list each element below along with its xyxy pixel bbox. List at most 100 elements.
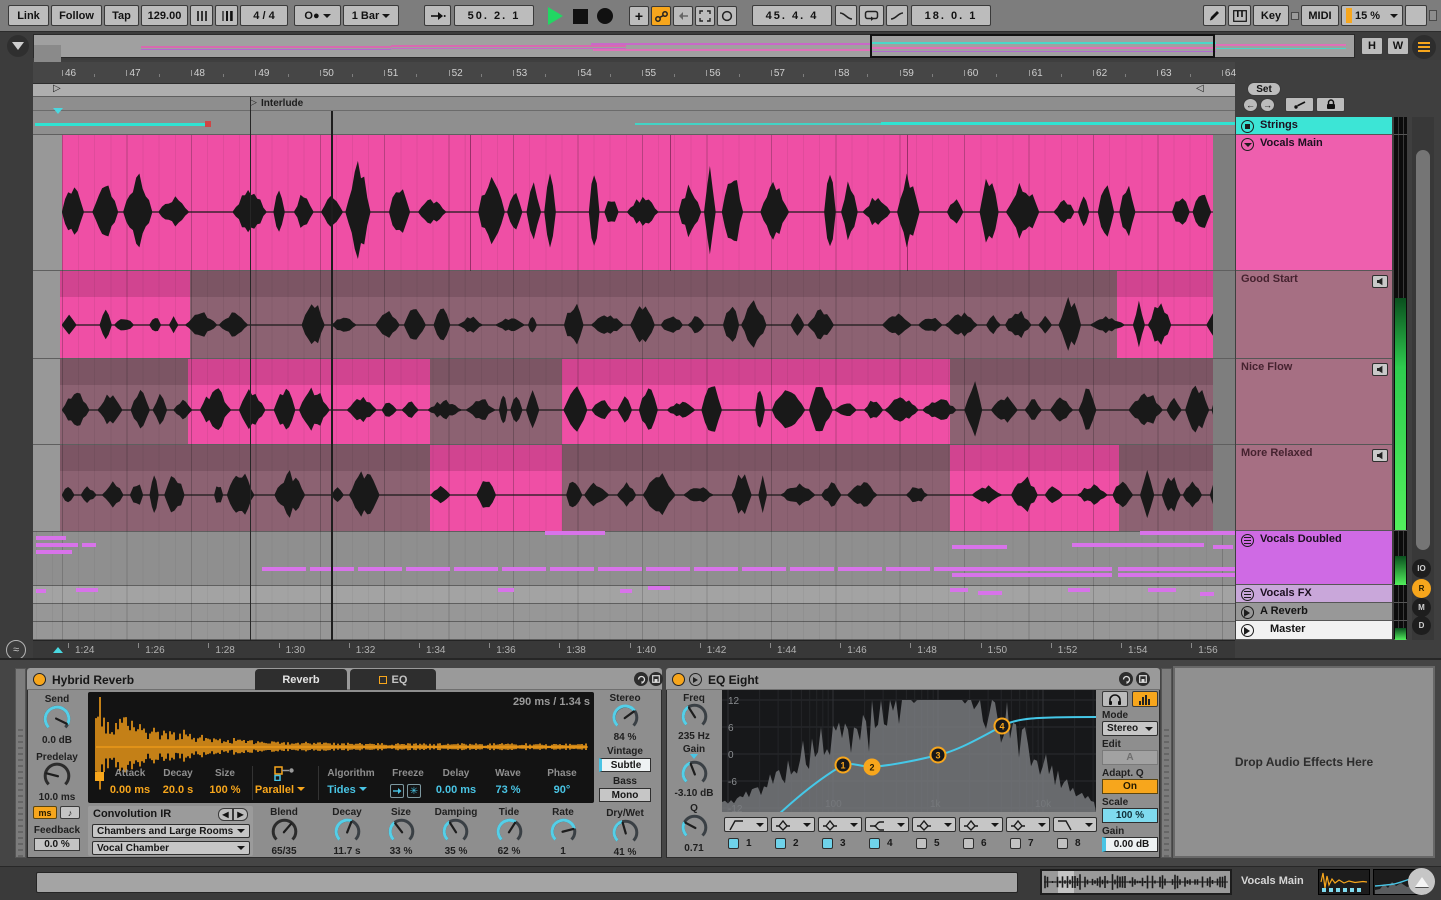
toggle-io-section[interactable]: IO xyxy=(1412,559,1431,578)
midi-note[interactable] xyxy=(1140,531,1235,535)
sync-mode-button[interactable]: ♪ xyxy=(60,806,80,819)
master-row[interactable] xyxy=(33,622,1235,640)
expand-device-icon[interactable] xyxy=(689,673,702,686)
midi-note[interactable] xyxy=(545,531,605,535)
freeze-button[interactable]: ✳ xyxy=(407,784,421,798)
bass-mono-select[interactable]: Mono xyxy=(599,788,651,802)
device-thumbnail-hybrid-reverb[interactable] xyxy=(1318,869,1370,895)
predelay-knob[interactable] xyxy=(43,762,71,790)
midi-note[interactable] xyxy=(694,567,738,571)
fold-icon[interactable] xyxy=(1241,588,1254,601)
link-button[interactable]: Link xyxy=(8,5,49,26)
wave-value[interactable]: 73 % xyxy=(484,784,532,796)
unfold-icon[interactable] xyxy=(1241,138,1254,151)
midi-note[interactable] xyxy=(262,567,306,571)
tap-tempo-button[interactable]: Tap xyxy=(104,5,139,26)
midi-note[interactable] xyxy=(1213,545,1233,549)
stereo-knob[interactable] xyxy=(612,704,639,731)
midi-note[interactable] xyxy=(82,543,96,547)
midi-note[interactable] xyxy=(978,591,1002,595)
locator-label[interactable]: Interlude xyxy=(261,98,303,109)
band-8-filter-type-select[interactable] xyxy=(1053,817,1097,832)
midi-note[interactable] xyxy=(790,567,834,571)
midi-note[interactable] xyxy=(1200,592,1214,596)
ms-mode-button[interactable]: ms xyxy=(33,806,57,819)
band-5-filter-type-select[interactable] xyxy=(912,817,956,832)
device-on-toggle[interactable] xyxy=(672,673,685,686)
tab-eq[interactable]: EQ xyxy=(350,669,436,690)
locator-row[interactable]: ▷ Interlude xyxy=(33,97,1235,111)
overview-view-selector[interactable] xyxy=(870,34,1215,58)
show-hide-device-view-button[interactable] xyxy=(1408,868,1435,895)
midi-note[interactable] xyxy=(1072,543,1204,547)
capture-midi-button[interactable] xyxy=(695,6,715,26)
midi-note[interactable] xyxy=(76,588,98,592)
arrangement-position-field[interactable]: 50. 2. 1 xyxy=(454,5,534,26)
band-4-enable-checkbox[interactable] xyxy=(869,838,880,849)
delay-value[interactable]: 0.00 ms xyxy=(430,784,482,796)
punch-in-button[interactable] xyxy=(835,5,857,26)
record-button[interactable] xyxy=(597,8,613,24)
metronome-nudge-up-button[interactable] xyxy=(215,5,238,26)
draw-mode-button[interactable] xyxy=(1203,5,1226,26)
decay2-knob[interactable] xyxy=(334,818,361,845)
band-6-filter-type-select[interactable] xyxy=(959,817,1003,832)
time-ruler[interactable]: 1:24 1:26 1:28 1:30 1:32 1:34 1:36 1:38 1:40 1:42… xyxy=(33,640,1235,658)
device-on-toggle[interactable] xyxy=(33,673,46,686)
audition-icon[interactable] xyxy=(1102,691,1128,707)
re-enable-automation-button[interactable] xyxy=(673,6,693,26)
track-header-vocals-main[interactable]: Vocals Main xyxy=(1236,135,1392,271)
groove-amount-button[interactable]: O● xyxy=(294,5,341,26)
key-map-button[interactable]: Key xyxy=(1253,5,1289,26)
midi-note[interactable] xyxy=(646,567,690,571)
band-2-enable-checkbox[interactable] xyxy=(775,838,786,849)
track-name[interactable]: Vocals Main xyxy=(1260,137,1323,149)
track-header-strings[interactable]: Strings xyxy=(1236,117,1392,135)
track-name[interactable]: Vocals Doubled xyxy=(1260,533,1342,545)
damping-knob[interactable] xyxy=(442,818,469,845)
computer-midi-keyboard-button[interactable] xyxy=(1228,5,1251,26)
midi-note[interactable] xyxy=(498,588,514,592)
next-locator-button[interactable]: → xyxy=(1260,98,1275,112)
metronome-nudge-down-button[interactable] xyxy=(190,5,213,26)
midi-note[interactable] xyxy=(36,550,72,554)
edit-ab-button[interactable]: A xyxy=(1102,750,1158,765)
midi-note[interactable] xyxy=(550,567,594,571)
insert-marker-playhead[interactable] xyxy=(331,111,333,640)
band-4-filter-type-select[interactable] xyxy=(865,817,909,832)
midi-note[interactable] xyxy=(620,589,632,593)
blend-knob[interactable] xyxy=(271,818,298,845)
decay-value[interactable]: 20.0 s xyxy=(153,784,203,796)
lane-name[interactable]: Good Start xyxy=(1241,273,1298,285)
phase-value[interactable]: 90° xyxy=(538,784,586,796)
strings-automation-segment[interactable] xyxy=(881,122,1235,125)
toggle-r-section[interactable]: R xyxy=(1412,579,1431,598)
hot-swap-icon[interactable] xyxy=(1119,672,1133,686)
scale-slider[interactable]: 100 % xyxy=(1102,808,1158,823)
track-header-vocals-doubled[interactable]: Vocals Doubled xyxy=(1236,531,1392,585)
audition-lane-button[interactable] xyxy=(1372,449,1388,462)
zoom-adaptive-grid-icon[interactable]: ≈ xyxy=(6,640,26,660)
hot-swap-icon[interactable] xyxy=(634,672,648,686)
loop-length-field[interactable]: 18. 0. 1 xyxy=(911,5,991,26)
loop-button[interactable] xyxy=(859,5,884,26)
track-header-master[interactable]: Master xyxy=(1236,621,1392,640)
lane-name[interactable]: More Relaxed xyxy=(1241,447,1313,459)
time-signature-field[interactable]: 4 / 4 xyxy=(240,5,288,26)
routing-mode-menu[interactable]: Parallel xyxy=(248,784,312,796)
audition-lane-button[interactable] xyxy=(1372,275,1388,288)
audio-clip[interactable] xyxy=(62,135,1213,271)
midi-note[interactable] xyxy=(36,589,46,593)
midi-map-button[interactable]: MIDI xyxy=(1301,5,1339,26)
optimize-width-button[interactable]: W xyxy=(1387,37,1409,55)
feedback-field[interactable]: 0.0 % xyxy=(34,838,80,851)
play-icon[interactable] xyxy=(1241,624,1254,637)
track-name[interactable]: Vocals FX xyxy=(1260,587,1312,599)
ir-category-select[interactable]: Chambers and Large Rooms xyxy=(92,824,250,838)
midi-note[interactable] xyxy=(838,567,882,571)
freq-knob[interactable] xyxy=(681,703,708,730)
mode-select[interactable]: Stereo xyxy=(1102,721,1158,736)
follow-playhead-button[interactable] xyxy=(424,5,451,26)
adaptq-toggle[interactable]: On xyxy=(1102,779,1158,794)
band-3-filter-type-select[interactable] xyxy=(818,817,862,832)
